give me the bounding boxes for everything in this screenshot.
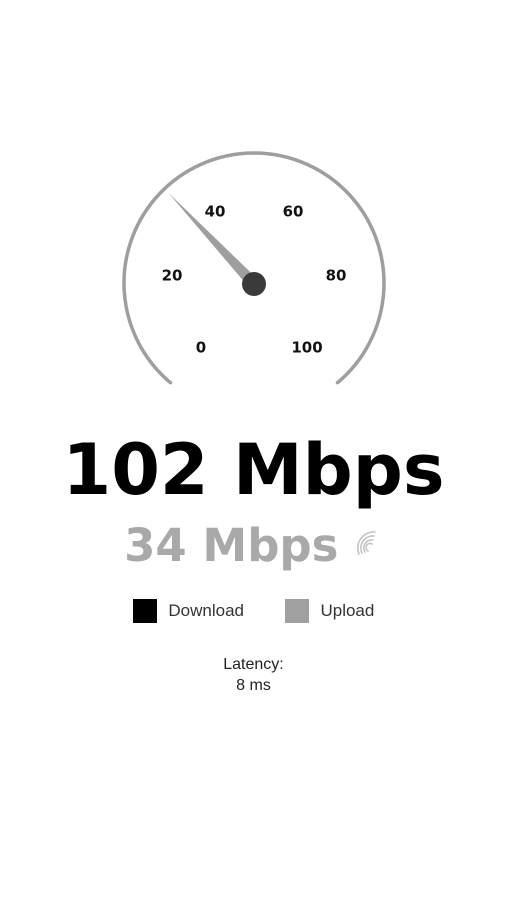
download-speed-value: 102 Mbps (62, 429, 445, 511)
gauge-tick-label-80: 80 (326, 267, 347, 285)
legend-item-download: Download (132, 599, 244, 623)
download-color-swatch (132, 599, 157, 623)
gauge-needle-hub (242, 272, 266, 296)
legend-label-download: Download (168, 601, 244, 620)
loading-spinner-icon (353, 528, 383, 564)
gauge-tick-label-20: 20 (162, 267, 183, 285)
latency-label: Latency: (223, 656, 284, 673)
speed-gauge: 0 20 40 60 80 100 (122, 151, 386, 385)
latency-info: Latency: 8 ms (0, 654, 507, 696)
legend-item-upload: Upload (284, 599, 375, 623)
gauge-tick-label-100: 100 (291, 339, 322, 357)
upload-speed-value: 34 Mbps (124, 519, 339, 572)
gauge-tick-label-40: 40 (205, 203, 226, 221)
gauge-tick-label-60: 60 (283, 203, 304, 221)
gauge-tick-label-0: 0 (196, 339, 206, 357)
upload-speed-row: 34 Mbps (0, 516, 507, 576)
legend: Download Upload (0, 599, 507, 623)
latency-value: 8 ms (236, 677, 271, 694)
legend-label-upload: Upload (320, 601, 375, 620)
upload-color-swatch (284, 599, 309, 623)
